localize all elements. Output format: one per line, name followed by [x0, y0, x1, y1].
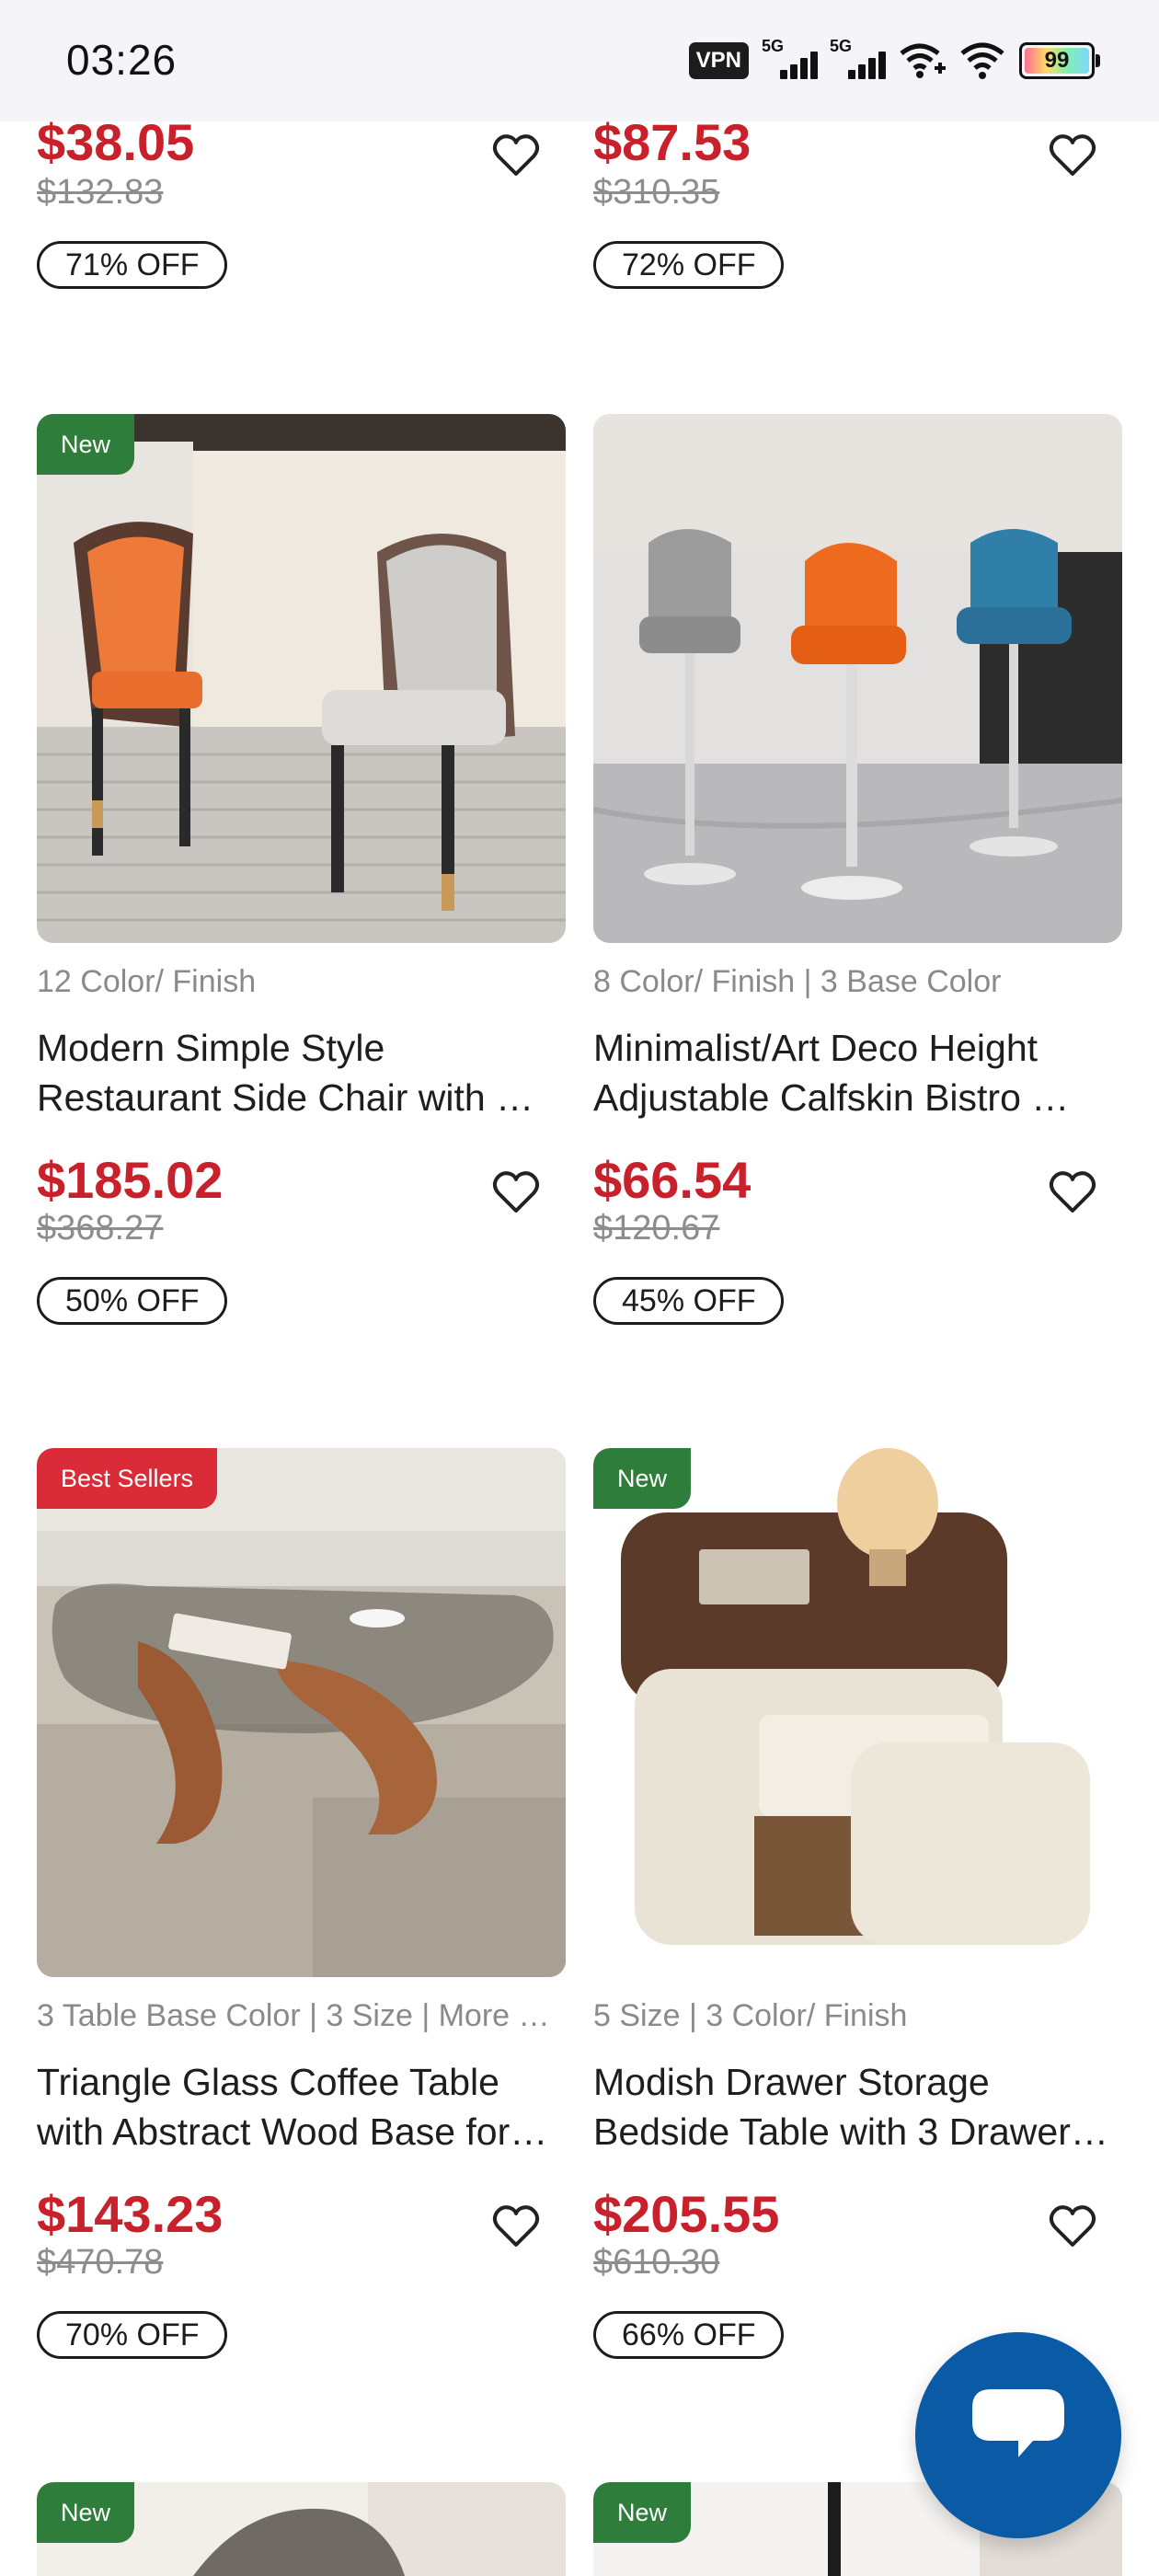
wifi-plus-icon [900, 43, 946, 78]
product-price: $143.23 [37, 2185, 224, 2243]
product-options: 3 Table Base Color | 3 Size | More … [37, 1998, 550, 2033]
product-options: 12 Color/ Finish [37, 964, 257, 999]
product-price: $185.02 [37, 1151, 224, 1209]
product-options: 8 Color/ Finish | 3 Base Color [593, 964, 1002, 999]
product-price: $66.54 [593, 1151, 752, 1209]
product-title[interactable]: Minimalist/Art Deco Height Adjustable Ca… [593, 1023, 1122, 1122]
signal-icon: 5G [762, 37, 818, 83]
product-image[interactable]: New [37, 414, 566, 943]
discount-badge: 50% OFF [37, 1277, 228, 1325]
product-image[interactable]: New [37, 2482, 566, 2576]
wifi-icon [960, 42, 1004, 79]
bar-stools-image [593, 414, 1122, 943]
best-sellers-tag: Best Sellers [37, 1448, 218, 1509]
signal-icon: 5G [830, 37, 886, 83]
discount-badge: 66% OFF [593, 2311, 785, 2359]
product-original-price: $310.35 [593, 173, 720, 212]
status-time: 03:26 [66, 36, 178, 84]
favorite-heart-icon[interactable] [492, 2204, 540, 2248]
favorite-heart-icon[interactable] [1049, 1170, 1096, 1214]
product-original-price: $120.67 [593, 1209, 720, 1248]
network-type-label: 5G [830, 37, 853, 55]
favorite-heart-icon[interactable] [1049, 133, 1096, 178]
discount-badge: 71% OFF [37, 241, 228, 289]
new-tag: New [593, 1448, 692, 1509]
network-type-label: 5G [762, 37, 785, 55]
product-price: $205.55 [593, 2185, 780, 2243]
chat-button[interactable] [915, 2332, 1121, 2538]
product-title[interactable]: Modish Drawer Storage Bedside Table with… [593, 2057, 1122, 2156]
favorite-heart-icon[interactable] [1049, 2204, 1096, 2248]
new-tag: New [37, 2482, 135, 2543]
product-original-price: $368.27 [37, 1209, 164, 1248]
vpn-icon: VPN [688, 42, 749, 79]
chat-bubble-icon [972, 2389, 1064, 2457]
discount-badge: 72% OFF [593, 241, 785, 289]
battery-icon: 99 [1019, 42, 1100, 79]
new-tag: New [593, 2482, 692, 2543]
discount-badge: 45% OFF [593, 1277, 785, 1325]
dining-chairs-image [37, 414, 566, 943]
coffee-table-image [37, 1448, 566, 1977]
favorite-heart-icon[interactable] [492, 1170, 540, 1214]
product-image[interactable] [593, 414, 1122, 943]
discount-badge: 70% OFF [37, 2311, 228, 2359]
product-options: 5 Size | 3 Color/ Finish [593, 1998, 908, 2033]
product-original-price: $132.83 [37, 173, 164, 212]
product-image[interactable]: Best Sellers [37, 1448, 566, 1977]
status-bar: 03:26 VPN 5G 5G 99 [0, 0, 1159, 121]
product-title[interactable]: Triangle Glass Coffee Table with Abstrac… [37, 2057, 566, 2156]
battery-level: 99 [1025, 48, 1089, 74]
product-original-price: $610.30 [593, 2243, 720, 2282]
new-tag: New [37, 414, 135, 475]
product-image[interactable]: New [593, 1448, 1122, 1977]
status-icons: VPN 5G 5G 99 [688, 37, 1100, 83]
bedside-table-image [593, 1448, 1122, 1977]
favorite-heart-icon[interactable] [492, 133, 540, 178]
product-title[interactable]: Modern Simple Style Restaurant Side Chai… [37, 1023, 566, 1122]
product-original-price: $470.78 [37, 2243, 164, 2282]
